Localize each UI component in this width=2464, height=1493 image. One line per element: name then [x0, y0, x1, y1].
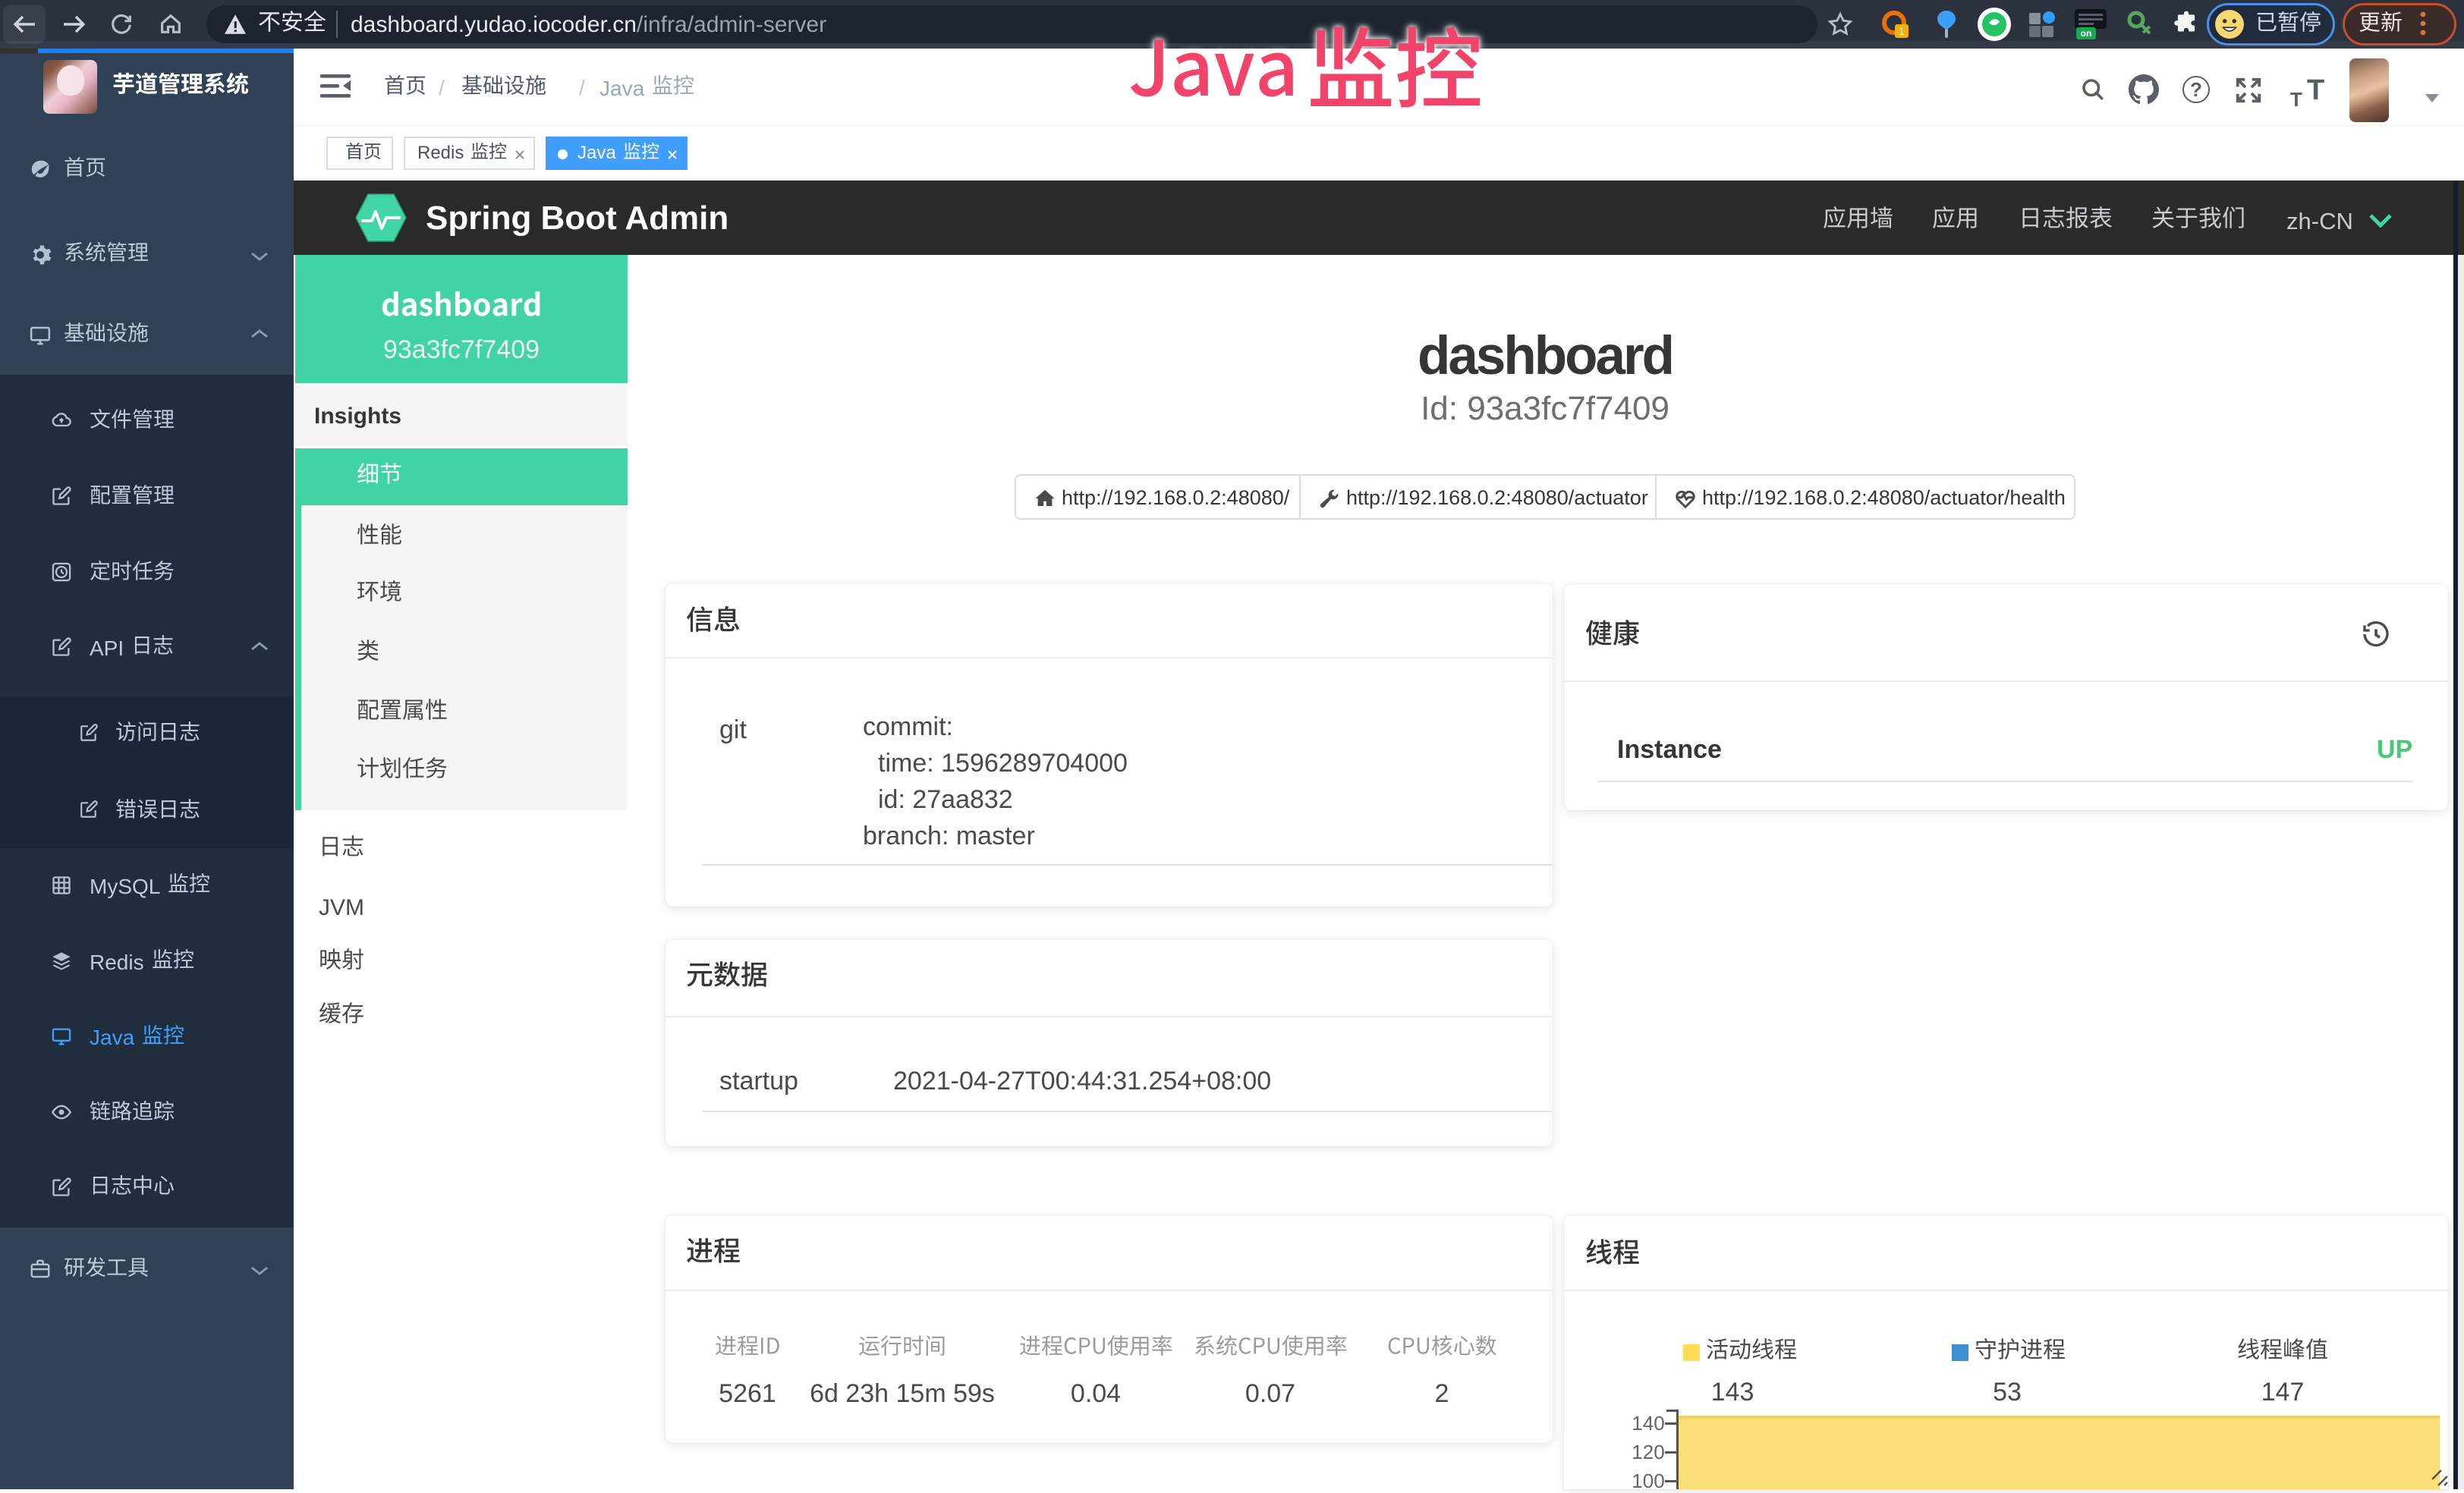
svg-text:1: 1	[1899, 25, 1905, 37]
svg-text:on: on	[2081, 28, 2092, 39]
